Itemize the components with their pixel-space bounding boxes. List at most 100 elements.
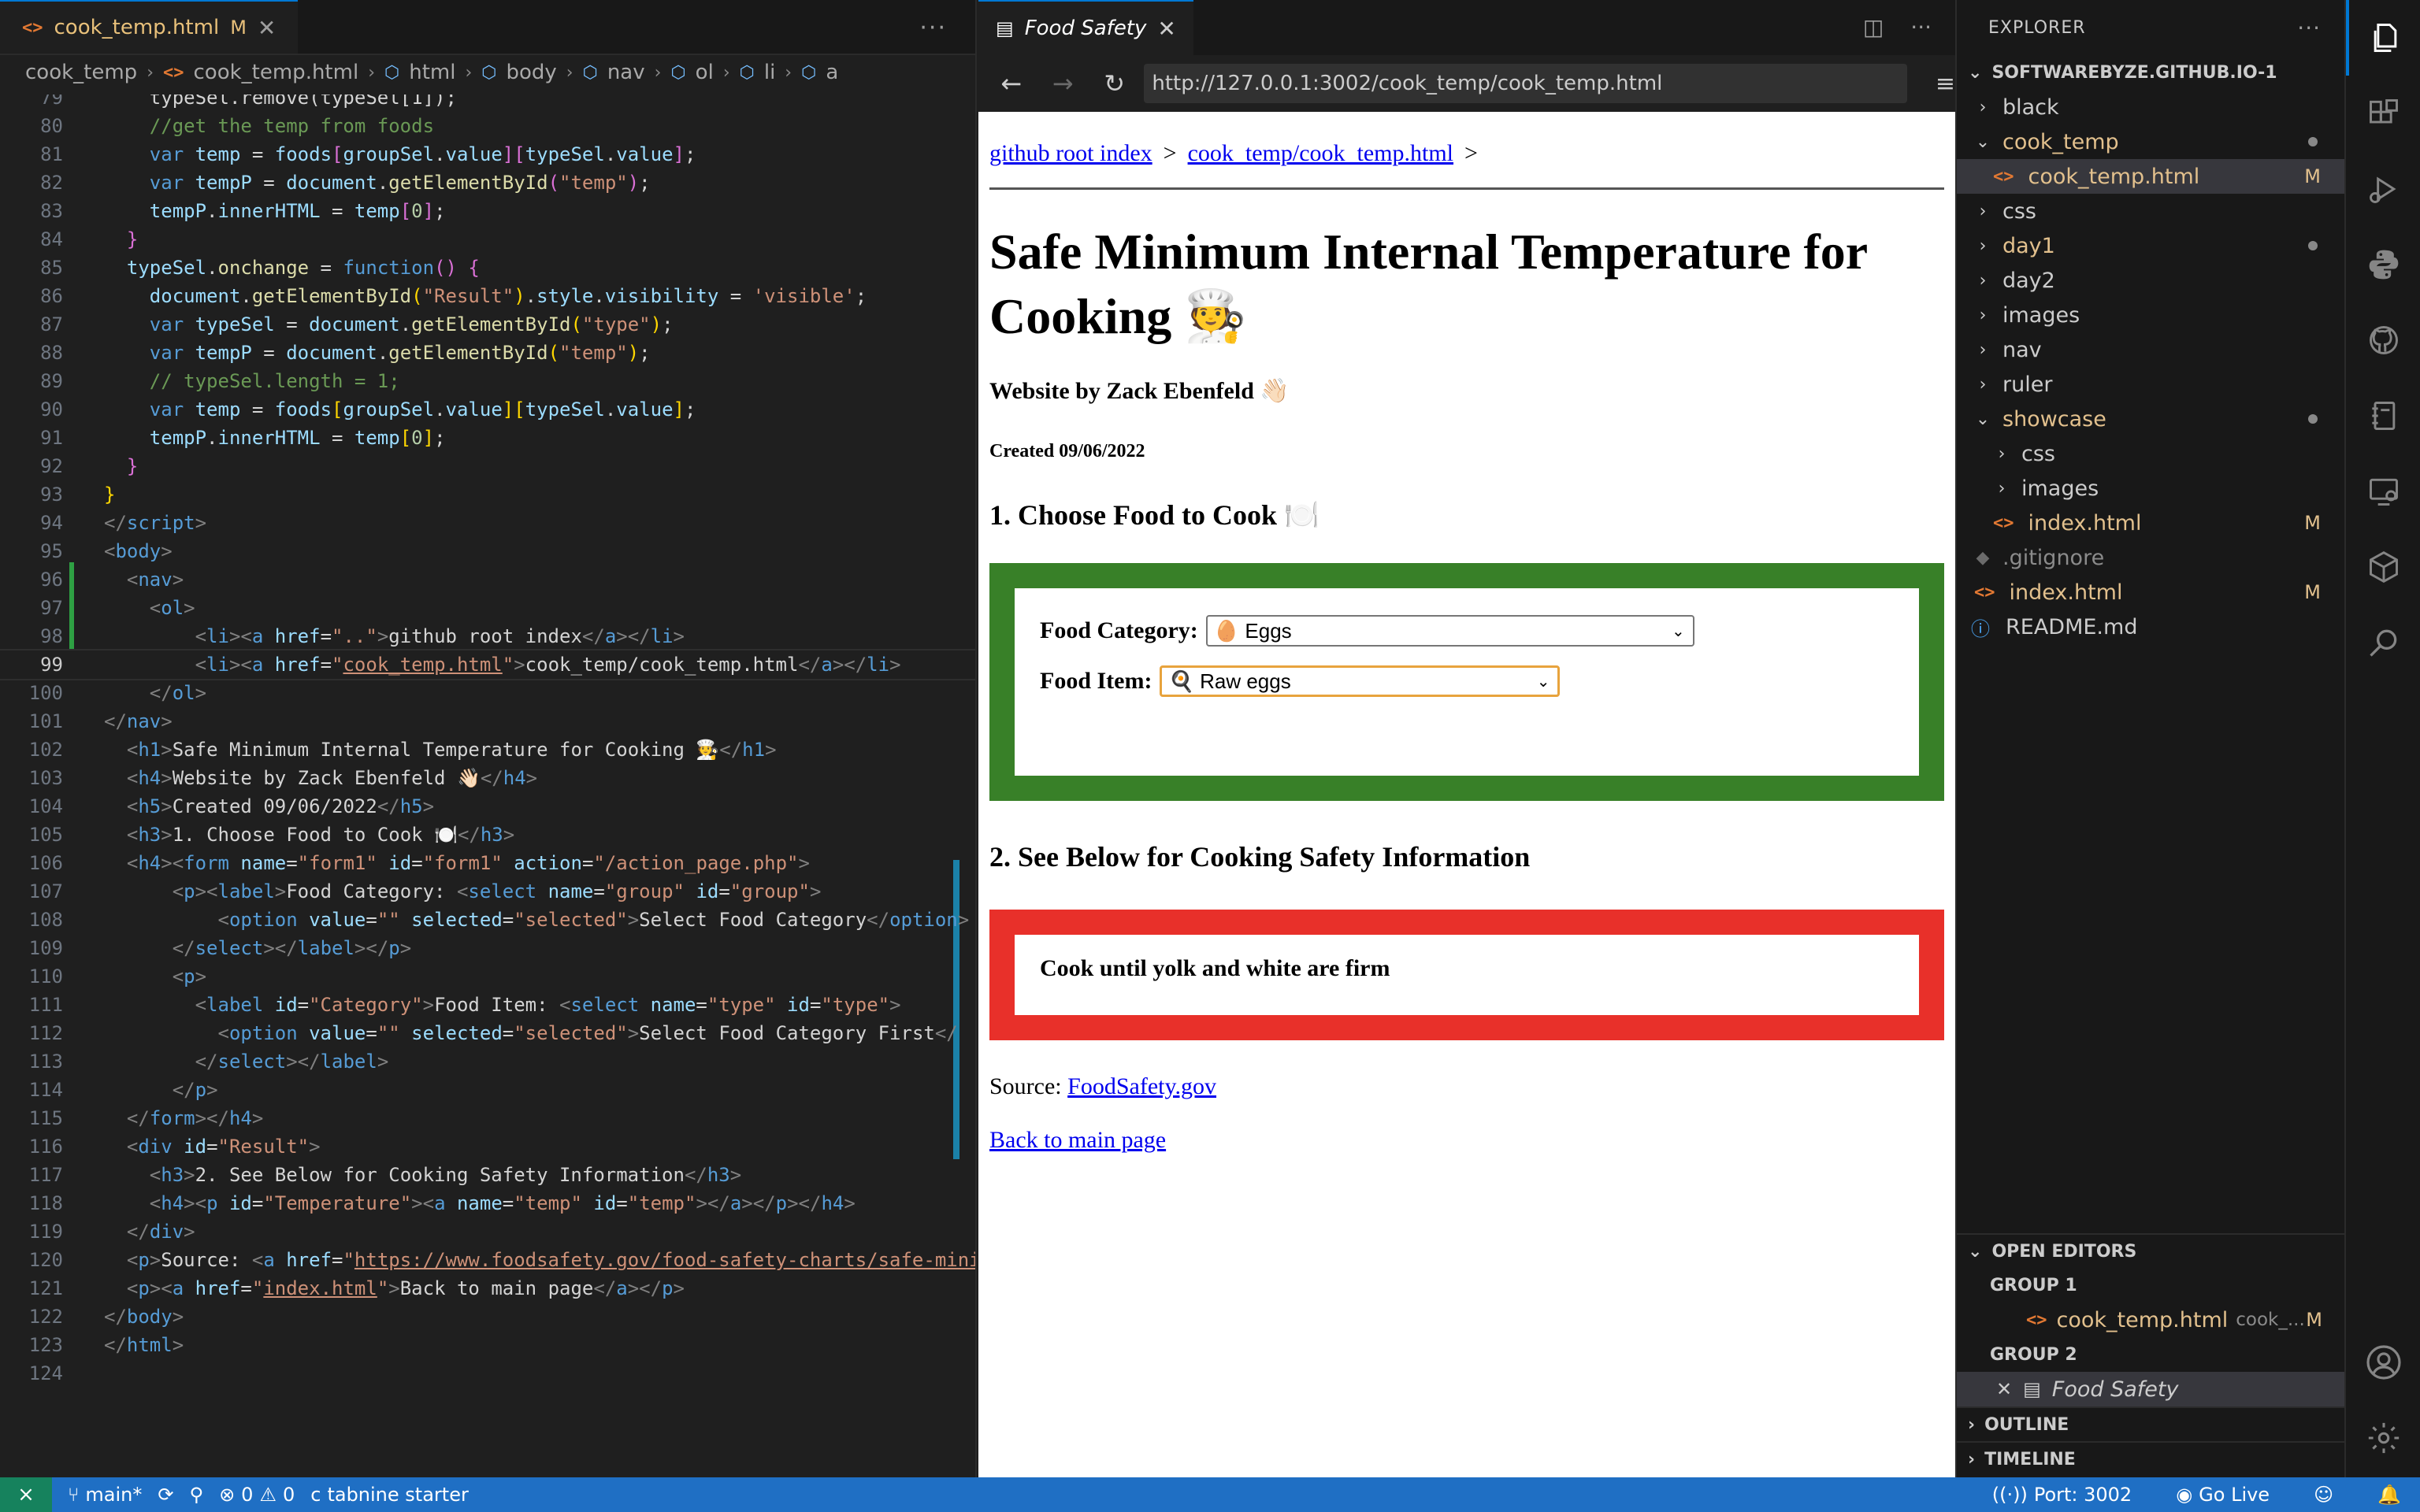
code-line[interactable]: 87 var typeSel = document.getElementById… xyxy=(0,310,975,339)
tree-item[interactable]: › day1 xyxy=(1957,228,2344,263)
breadcrumb-item[interactable]: a xyxy=(826,61,838,84)
breadcrumb-item[interactable]: nav xyxy=(607,61,645,84)
tree-item[interactable]: ⓘ README.md xyxy=(1957,610,2344,644)
problems-indicator[interactable]: ⊗ 0 ⚠ 0 xyxy=(219,1484,295,1506)
tree-item[interactable]: › nav xyxy=(1957,332,2344,367)
breadcrumb-item[interactable]: body xyxy=(506,61,556,84)
code-line[interactable]: 93} xyxy=(0,480,975,509)
breadcrumb-item[interactable]: li xyxy=(764,61,775,84)
open-editors-header[interactable]: ⌄ OPEN EDITORS xyxy=(1957,1233,2346,1268)
tab-cook-temp-html[interactable]: <> cook_temp.html M ✕ xyxy=(0,0,299,54)
settings-gear-icon[interactable] xyxy=(2346,1400,2420,1476)
tree-item[interactable]: ⌄ cook_temp xyxy=(1957,124,2344,159)
reload-icon[interactable]: ↻ xyxy=(1093,69,1136,98)
more-actions-icon[interactable]: ··· xyxy=(2297,15,2321,41)
code-line[interactable]: 114 </p> xyxy=(0,1076,975,1104)
food-item-select[interactable]: 🍳 Raw eggs ⌄ xyxy=(1160,665,1561,697)
cook-temp-link[interactable]: cook_temp/cook_temp.html xyxy=(1188,140,1453,167)
breadcrumb-item[interactable]: ol xyxy=(696,61,714,84)
more-actions-icon[interactable]: ··· xyxy=(1910,14,1932,40)
code-line[interactable]: 92 } xyxy=(0,452,975,480)
code-line[interactable]: 106 <h4><form name="form1" id="form1" ac… xyxy=(0,849,975,877)
python-icon[interactable] xyxy=(2346,227,2420,302)
code-line[interactable]: 110 <p> xyxy=(0,962,975,991)
code-line[interactable]: 115 </form></h4> xyxy=(0,1104,975,1132)
code-line[interactable]: 101 </nav> xyxy=(0,707,975,736)
code-line[interactable]: 94 </script> xyxy=(0,509,975,537)
code-line[interactable]: 83 tempP.innerHTML = temp[0]; xyxy=(0,197,975,225)
back-arrow-icon[interactable]: ← xyxy=(989,69,1033,98)
sync-icon[interactable]: ⟳ xyxy=(158,1484,173,1506)
tree-item[interactable]: › day2 xyxy=(1957,263,2344,298)
code-line[interactable]: 107 <p><label>Food Category: <select nam… xyxy=(0,877,975,906)
code-line[interactable]: 100 </ol> xyxy=(0,679,975,707)
feedback-icon[interactable]: ☺ xyxy=(2314,1484,2333,1506)
code-line[interactable]: 124 xyxy=(0,1359,975,1388)
code-line[interactable]: 109 </select></label></p> xyxy=(0,934,975,962)
code-line[interactable]: 119 </div> xyxy=(0,1217,975,1246)
code-line[interactable]: 79 typeSel.remove(typeSel[1]); xyxy=(0,94,975,112)
go-live-button[interactable]: ◉ Go Live xyxy=(2176,1484,2270,1506)
code-line[interactable]: 117 <h3>2. See Below for Cooking Safety … xyxy=(0,1161,975,1189)
code-line[interactable]: 104 <h5>Created 09/06/2022</h5> xyxy=(0,792,975,821)
menu-icon[interactable]: ≡ xyxy=(1936,70,1955,98)
timeline-header[interactable]: › TIMELINE xyxy=(1957,1441,2346,1476)
code-line[interactable]: 102 <h1>Safe Minimum Internal Temperatur… xyxy=(0,736,975,764)
code-line[interactable]: 95 <body> xyxy=(0,537,975,565)
notifications-bell-icon[interactable]: 🔔 xyxy=(2377,1484,2401,1506)
close-icon[interactable]: ✕ xyxy=(258,15,276,41)
back-to-main-link[interactable]: Back to main page xyxy=(989,1127,1166,1153)
open-editor-cook-temp[interactable]: <> cook_temp.html cook_... M xyxy=(1957,1303,2346,1337)
remote-explorer-icon[interactable] xyxy=(2346,454,2420,529)
github-root-link[interactable]: github root index xyxy=(989,140,1152,167)
tree-item[interactable]: › css xyxy=(1957,436,2344,471)
open-editor-food-safety[interactable]: ✕ ▤ Food Safety xyxy=(1957,1372,2346,1406)
run-debug-icon[interactable] xyxy=(2346,151,2420,227)
code-line[interactable]: 82 var tempP = document.getElementById("… xyxy=(0,169,975,197)
containers-icon[interactable] xyxy=(2346,529,2420,605)
code-line[interactable]: 103 <h4>Website by Zack Ebenfeld 👋🏻</h4> xyxy=(0,764,975,792)
close-icon[interactable]: ✕ xyxy=(1157,16,1175,42)
food-category-select[interactable]: 🥚 Eggs ⌄ xyxy=(1205,615,1694,647)
extensions-icon[interactable] xyxy=(2346,76,2420,151)
url-input[interactable]: http://127.0.0.1:3002/cook_temp/cook_tem… xyxy=(1144,64,1907,103)
code-line[interactable]: 80 //get the temp from foods xyxy=(0,112,975,140)
explorer-files-icon[interactable] xyxy=(2346,0,2420,76)
split-editor-icon[interactable]: ◫ xyxy=(1863,14,1884,40)
close-icon[interactable]: ✕ xyxy=(1996,1378,2012,1400)
code-line[interactable]: 99 <li><a href="cook_temp.html">cook_tem… xyxy=(0,649,975,680)
code-line[interactable]: 84 } xyxy=(0,225,975,254)
code-line[interactable]: 118 <h4><p id="Temperature"><a name="tem… xyxy=(0,1189,975,1217)
foodsafety-link[interactable]: FoodSafety.gov xyxy=(1067,1073,1216,1099)
code-line[interactable]: 88 var tempP = document.getElementById("… xyxy=(0,339,975,367)
port-indicator[interactable]: ((·)) Port: 3002 xyxy=(1992,1484,2132,1506)
branch-indicator[interactable]: ⑂ main* xyxy=(68,1484,142,1506)
code-line[interactable]: 111 <label id="Category">Food Item: <sel… xyxy=(0,991,975,1019)
code-line[interactable]: 108 <option value="" selected="selected"… xyxy=(0,906,975,934)
github-icon[interactable] xyxy=(2346,302,2420,378)
tree-item[interactable]: ⌄ showcase xyxy=(1957,402,2344,436)
tree-item[interactable]: › black xyxy=(1957,90,2344,124)
code-line[interactable]: 123 </html> xyxy=(0,1331,975,1359)
code-line[interactable]: 90 var temp = foods[groupSel.value][type… xyxy=(0,395,975,424)
tree-item[interactable]: › images xyxy=(1957,471,2344,506)
workspace-root-header[interactable]: ⌄ SOFTWAREBYZE.GITHUB.IO-1 xyxy=(1957,55,2344,90)
forward-arrow-icon[interactable]: → xyxy=(1041,69,1084,98)
breadcrumb-item[interactable]: html xyxy=(409,61,455,84)
code-line[interactable]: 116 <div id="Result"> xyxy=(0,1132,975,1161)
search-icon[interactable] xyxy=(2346,605,2420,680)
tree-item[interactable]: <> index.html M xyxy=(1957,506,2344,540)
code-line[interactable]: 91 tempP.innerHTML = temp[0]; xyxy=(0,424,975,452)
group1-header[interactable]: GROUP 1 xyxy=(1957,1268,2346,1303)
tree-item[interactable]: › css xyxy=(1957,194,2344,228)
code-line[interactable]: 122 </body> xyxy=(0,1303,975,1331)
code-line[interactable]: 85 typeSel.onchange = function() { xyxy=(0,254,975,282)
code-line[interactable]: 86 document.getElementById("Result").sty… xyxy=(0,282,975,310)
code-line[interactable]: 89 // typeSel.length = 1; xyxy=(0,367,975,395)
code-editor[interactable]: 79 typeSel.remove(typeSel[1]); 80 //get t… xyxy=(0,94,975,1477)
tree-item[interactable]: ◆ .gitignore xyxy=(1957,540,2344,575)
tree-item[interactable]: <> cook_temp.html M xyxy=(1957,159,2344,194)
code-line[interactable]: 113 </select></label> xyxy=(0,1047,975,1076)
tree-item[interactable]: <> index.html M xyxy=(1957,575,2344,610)
group2-header[interactable]: GROUP 2 xyxy=(1957,1337,2346,1372)
